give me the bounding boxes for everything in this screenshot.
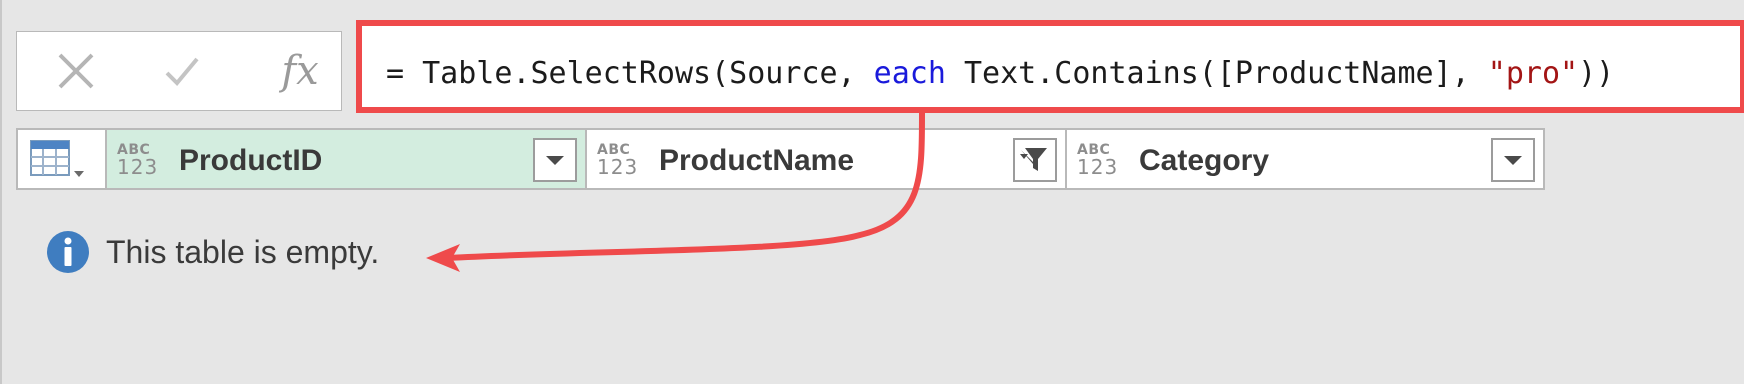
- info-icon: [47, 231, 89, 273]
- insert-function-button[interactable]: fx: [275, 46, 325, 96]
- column-filter-button[interactable]: [1013, 138, 1057, 182]
- dropdown-icon: [1504, 156, 1522, 165]
- column-type-indicator[interactable]: ABC 123: [1077, 142, 1119, 179]
- column-type-indicator[interactable]: ABC 123: [117, 142, 159, 179]
- table-menu-button[interactable]: [18, 130, 107, 188]
- column-name: ProductName: [659, 144, 855, 177]
- formula-suffix: )): [1578, 56, 1615, 91]
- commit-button[interactable]: [157, 46, 207, 96]
- column-type-indicator[interactable]: ABC 123: [597, 142, 639, 179]
- insert-function-label: fx: [281, 48, 319, 94]
- column-type-number: 123: [117, 155, 159, 179]
- dropdown-icon: [546, 156, 564, 165]
- close-icon: [58, 53, 94, 89]
- table-icon: [30, 140, 84, 177]
- formula-string: "pro": [1487, 56, 1579, 91]
- column-name: ProductID: [179, 144, 323, 177]
- formula-keyword: each: [873, 56, 946, 91]
- empty-table-text: This table is empty.: [106, 233, 380, 270]
- cancel-button[interactable]: [51, 46, 101, 96]
- formula-text: = Table.SelectRows(Source, each Text.Con…: [386, 56, 1614, 91]
- window-left-border: [0, 0, 2, 384]
- formula-middle: Text.Contains([ProductName],: [945, 56, 1488, 91]
- formula-bar-controls: fx: [16, 31, 342, 111]
- column-header-productid[interactable]: ABC 123 ProductID: [107, 130, 587, 188]
- formula-input[interactable]: = Table.SelectRows(Source, each Text.Con…: [356, 20, 1744, 113]
- checkmark-icon: [165, 57, 199, 86]
- column-filter-button[interactable]: [533, 138, 577, 182]
- column-type-number: 123: [597, 155, 639, 179]
- column-header-productname[interactable]: ABC 123 ProductName: [587, 130, 1067, 188]
- column-filter-button[interactable]: [1491, 138, 1535, 182]
- column-type-number: 123: [1077, 155, 1119, 179]
- empty-table-message: This table is empty.: [46, 230, 379, 274]
- formula-prefix: = Table.SelectRows(Source,: [386, 56, 874, 91]
- column-name: Category: [1139, 144, 1270, 177]
- filter-icon: [1020, 148, 1047, 171]
- column-header-category[interactable]: ABC 123 Category: [1067, 130, 1543, 188]
- column-header-row: ABC 123 ProductID ABC 123 ProductName AB…: [16, 128, 1545, 190]
